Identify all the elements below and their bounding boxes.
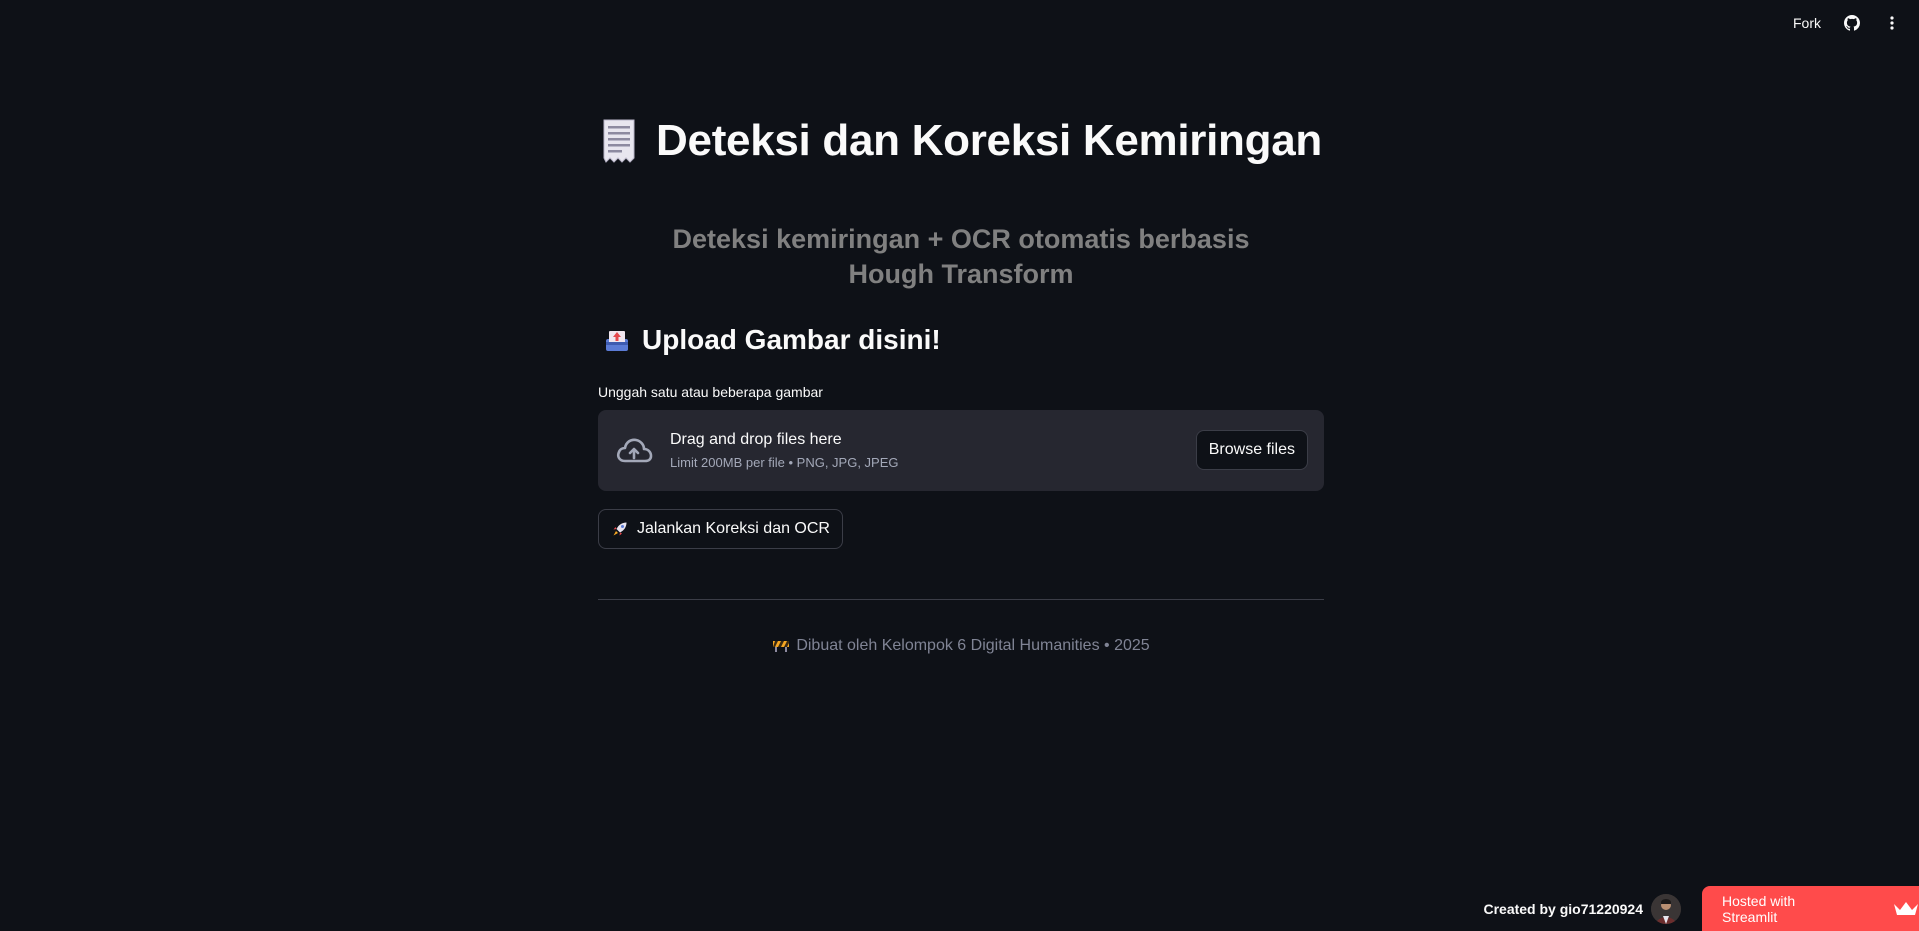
streamlit-crown-icon [1893, 901, 1919, 917]
creator-badge[interactable]: Created by gio71220924 [1483, 886, 1681, 931]
dropzone-text: Drag and drop files here Limit 200MB per… [670, 431, 899, 470]
construction-barrier-icon [772, 639, 790, 653]
dropzone-limit: Limit 200MB per file • PNG, JPG, JPEG [670, 455, 899, 470]
footer-note: Dibuat oleh Kelompok 6 Digital Humanitie… [598, 637, 1324, 655]
hosted-with-streamlit-badge[interactable]: Hosted with Streamlit [1702, 886, 1919, 931]
browse-files-button[interactable]: Browse files [1195, 430, 1308, 470]
title-row: Deteksi dan Koreksi Kemiringan [598, 116, 1324, 166]
inbox-tray-icon [604, 327, 630, 353]
upload-heading: Upload Gambar disini! [598, 324, 1324, 356]
creator-label: Created by gio71220924 [1483, 900, 1643, 917]
page-subtitle: Deteksi kemiringan + OCR otomatis berbas… [672, 224, 1250, 289]
fork-button[interactable]: Fork [1793, 15, 1821, 31]
main-content: Deteksi dan Koreksi Kemiringan Deteksi k… [598, 0, 1324, 655]
divider [598, 599, 1324, 600]
run-correction-button[interactable]: Jalankan Koreksi dan OCR [598, 509, 843, 549]
avatar [1651, 893, 1681, 924]
receipt-icon [600, 118, 638, 164]
rocket-icon [611, 520, 629, 538]
kebab-menu-icon[interactable] [1883, 14, 1901, 32]
hosted-label: Hosted with Streamlit [1722, 892, 1796, 925]
page-title: Deteksi dan Koreksi Kemiringan [656, 116, 1322, 165]
dropzone-instruction: Drag and drop files here [670, 431, 842, 448]
file-dropzone[interactable]: Drag and drop files here Limit 200MB per… [598, 410, 1324, 491]
footer-note-text: Dibuat oleh Kelompok 6 Digital Humanitie… [796, 637, 1150, 654]
uploader-label: Unggah satu atau beberapa gambar [598, 384, 823, 400]
run-button-label: Jalankan Koreksi dan OCR [637, 520, 830, 537]
upload-heading-text: Upload Gambar disini! [642, 324, 941, 355]
top-toolbar: Fork [1793, 14, 1901, 32]
github-icon[interactable] [1843, 14, 1861, 32]
cloud-upload-icon [614, 431, 654, 471]
